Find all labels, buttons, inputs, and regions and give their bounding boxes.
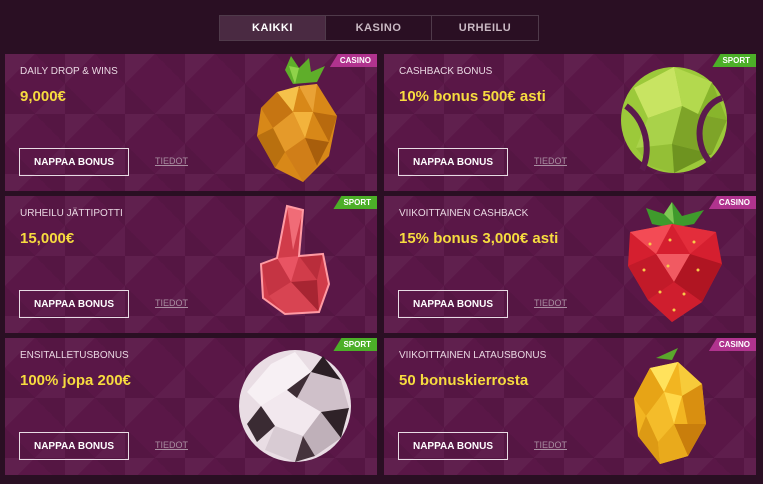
details-link[interactable]: TIEDOT	[534, 298, 567, 308]
card-title: VIIKOITTAINEN CASHBACK	[399, 208, 529, 219]
claim-bonus-button[interactable]: NAPPAA BONUS	[19, 148, 129, 176]
strawberry-icon	[628, 202, 722, 322]
card-title: URHEILU JÄTTIPOTTI	[20, 208, 123, 219]
card-value: 100% jopa 200€	[20, 372, 131, 389]
bonus-card: URHEILU JÄTTIPOTTI 15,000€ NAPPAA BONUS …	[5, 196, 377, 333]
bonus-card: VIIKOITTAINEN LATAUSBONUS 50 bonuskierro…	[384, 338, 756, 475]
bonus-card: VIIKOITTAINEN CASHBACK 15% bonus 3,000€ …	[384, 196, 756, 333]
card-title: DAILY DROP & WINS	[20, 66, 118, 77]
claim-bonus-button[interactable]: NAPPAA BONUS	[398, 432, 508, 460]
bonus-card: DAILY DROP & WINS 9,000€ NAPPAA BONUS TI…	[5, 54, 377, 191]
tab-kaikki[interactable]: KAIKKI	[220, 16, 326, 40]
details-link[interactable]: TIEDOT	[155, 440, 188, 450]
details-link[interactable]: TIEDOT	[534, 156, 567, 166]
card-title: ENSITALLETUSBONUS	[20, 350, 129, 361]
pineapple-icon	[257, 56, 337, 182]
claim-bonus-button[interactable]: NAPPAA BONUS	[19, 290, 129, 318]
claim-bonus-button[interactable]: NAPPAA BONUS	[398, 148, 508, 176]
details-link[interactable]: TIEDOT	[155, 298, 188, 308]
tab-kasino[interactable]: KASINO	[326, 16, 432, 40]
card-value: 15,000€	[20, 230, 75, 247]
category-tabs: KAIKKI KASINO URHEILU	[219, 15, 539, 41]
card-value: 50 bonuskierrosta	[399, 372, 529, 389]
soccer-ball-icon	[239, 350, 351, 462]
foam-finger-icon	[259, 204, 331, 316]
card-value: 9,000€	[20, 88, 66, 105]
bonus-card: CASHBACK BONUS 10% bonus 500€ asti NAPPA…	[384, 54, 756, 191]
claim-bonus-button[interactable]: NAPPAA BONUS	[19, 432, 129, 460]
card-value: 10% bonus 500€ asti	[399, 88, 546, 105]
tab-urheilu[interactable]: URHEILU	[432, 16, 538, 40]
details-link[interactable]: TIEDOT	[155, 156, 188, 166]
card-value: 15% bonus 3,000€ asti	[399, 230, 559, 247]
bonus-card: ENSITALLETUSBONUS 100% jopa 200€ NAPPAA …	[5, 338, 377, 475]
details-link[interactable]: TIEDOT	[534, 440, 567, 450]
claim-bonus-button[interactable]: NAPPAA BONUS	[398, 290, 508, 318]
card-title: VIIKOITTAINEN LATAUSBONUS	[399, 350, 547, 361]
card-title: CASHBACK BONUS	[399, 66, 493, 77]
lemon-icon	[634, 348, 706, 464]
tennis-ball-icon	[621, 67, 727, 173]
